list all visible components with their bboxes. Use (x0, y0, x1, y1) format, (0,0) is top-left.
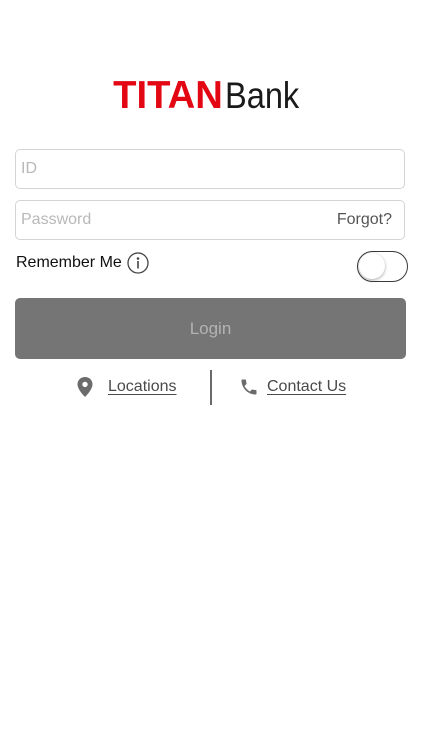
forgot-password-link[interactable]: Forgot? (337, 201, 392, 239)
contact-us-label: Contact Us (267, 378, 347, 395)
id-field[interactable] (15, 149, 405, 189)
remember-me-label: Remember Me (16, 254, 122, 271)
locations-label: Locations (108, 378, 177, 395)
contact-us-link[interactable]: Contact Us (239, 369, 346, 405)
toggle-knob (359, 253, 385, 279)
app-logo: TITANBank (0, 74, 422, 118)
id-input[interactable] (21, 150, 321, 188)
info-icon[interactable] (127, 252, 149, 274)
login-button[interactable]: Login (15, 298, 406, 359)
logo-titan: TITAN (113, 74, 224, 117)
phone-icon (239, 377, 259, 397)
location-pin-icon (76, 376, 94, 398)
footer-links: Locations Contact Us (0, 369, 422, 405)
remember-me-toggle[interactable] (357, 251, 408, 282)
remember-me-row: Remember Me (16, 250, 149, 276)
locations-link[interactable]: Locations (76, 369, 177, 405)
password-field[interactable]: Forgot? (15, 200, 405, 240)
links-divider (210, 370, 212, 405)
logo-bank: Bank (225, 75, 300, 116)
password-input[interactable] (21, 201, 321, 239)
